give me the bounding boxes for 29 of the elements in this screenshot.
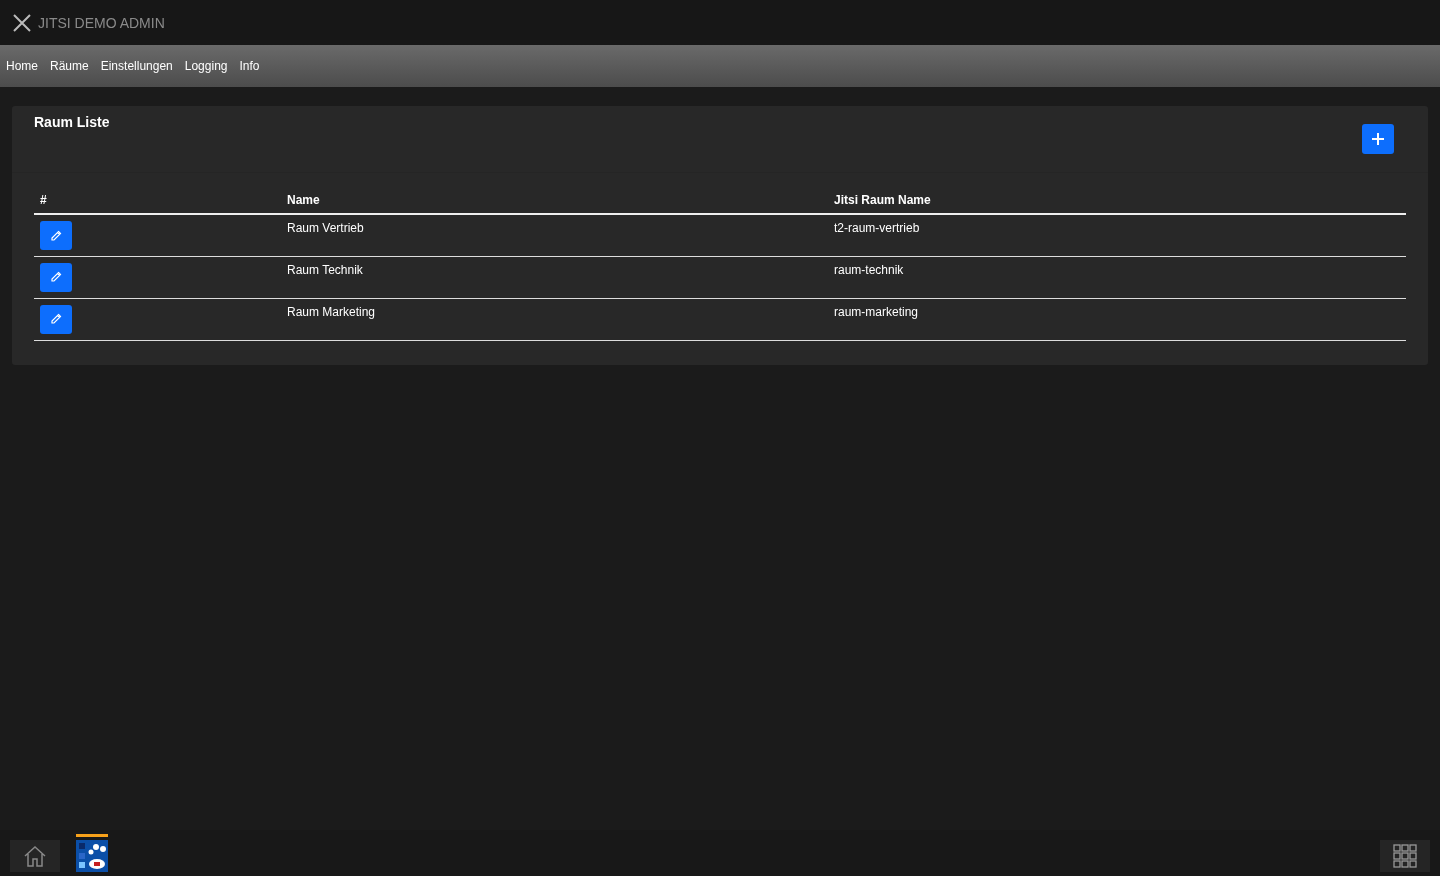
column-header: Jitsi Raum Name — [828, 189, 1406, 214]
table-cell: Raum Technik — [287, 262, 363, 277]
app-icon[interactable] — [76, 840, 108, 872]
add-button[interactable] — [1362, 124, 1394, 154]
edit-button[interactable] — [40, 262, 72, 292]
nav-link[interactable]: Räume — [50, 59, 89, 73]
pencil-icon — [50, 271, 62, 283]
nav-link[interactable]: Home — [6, 59, 38, 73]
grid-icon — [1393, 844, 1417, 868]
window-title: JITSI DEMO ADMIN — [38, 14, 165, 31]
pencil-icon — [50, 229, 62, 242]
column-header: # — [34, 189, 281, 214]
table-cell: Raum Vertrieb — [287, 221, 364, 235]
apps-grid-button[interactable] — [1380, 840, 1430, 872]
nav-link[interactable]: Logging — [184, 59, 228, 73]
nav-link[interactable]: Einstellungen — [100, 59, 173, 73]
table-cell: t2-raum-vertrieb — [834, 221, 920, 235]
home-icon — [23, 844, 47, 868]
column-header: Name — [281, 189, 828, 214]
plus-icon — [1372, 133, 1384, 145]
home-button[interactable] — [10, 840, 60, 872]
pencil-icon — [50, 313, 62, 325]
close-icon[interactable] — [12, 12, 32, 33]
table-cell: raum-technik — [834, 262, 904, 277]
table-cell: raum-marketing — [834, 304, 919, 319]
card-title: Raum Liste — [34, 114, 110, 130]
edit-button[interactable] — [40, 304, 72, 334]
table-cell: Raum Marketing — [287, 304, 376, 319]
nav-link[interactable]: Info — [239, 59, 260, 73]
